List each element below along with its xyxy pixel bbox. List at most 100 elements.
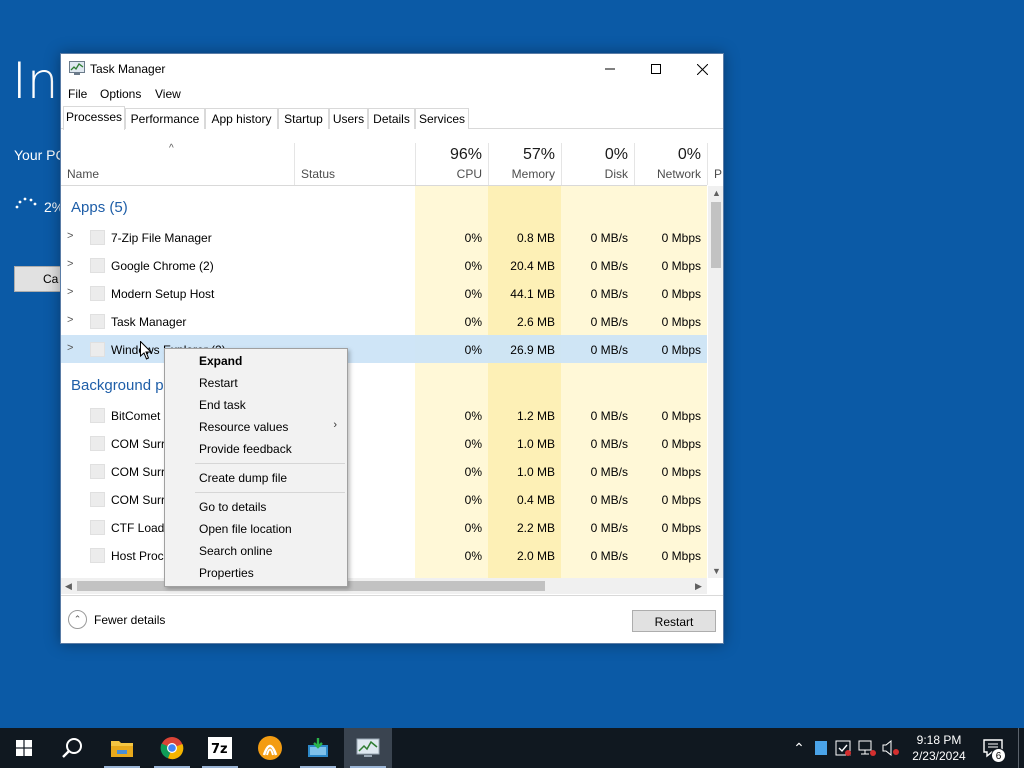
group-background[interactable]: Background p: [71, 377, 164, 394]
menu-open-file-location[interactable]: Open file location: [199, 522, 292, 536]
clock-time: 9:18 PM: [916, 733, 962, 747]
disk-value: 0 MB/s: [590, 549, 628, 563]
column-power[interactable]: P: [707, 143, 723, 185]
disk-value: 0 MB/s: [590, 231, 628, 245]
table-row[interactable]: COM Surr 0% 0.4 MB 0 MB/s 0 Mbps: [61, 485, 707, 513]
taskbar-7zip[interactable]: 7z: [196, 728, 244, 768]
scroll-left-icon[interactable]: ◀: [65, 581, 72, 592]
title-bar[interactable]: Task Manager: [61, 54, 723, 84]
process-name: CTF Loade: [111, 521, 172, 535]
table-row[interactable]: Host Proc 0% 2.0 MB 0 MB/s 0 Mbps: [61, 541, 707, 569]
menu-go-to-details[interactable]: Go to details: [199, 500, 266, 514]
table-row[interactable]: > Modern Setup Host 0% 44.1 MB 0 MB/s 0 …: [61, 279, 707, 307]
search-button[interactable]: [48, 728, 96, 768]
taskbar-file-explorer[interactable]: [98, 728, 146, 768]
process-icon: [90, 464, 105, 479]
menu-file[interactable]: File: [68, 87, 87, 101]
table-row[interactable]: > Task Manager 0% 2.6 MB 0 MB/s 0 Mbps: [61, 307, 707, 335]
scroll-up-icon[interactable]: ▲: [712, 188, 721, 198]
network-icon[interactable]: [858, 740, 876, 756]
menu-expand[interactable]: Expand: [199, 354, 242, 368]
process-name: Modern Setup Host: [111, 287, 215, 301]
tab-services[interactable]: Services: [415, 108, 469, 129]
folder-icon: [111, 741, 133, 757]
scroll-right-icon[interactable]: ▶: [695, 581, 702, 592]
memory-value: 44.1 MB: [510, 287, 555, 301]
cpu-value: 0%: [464, 437, 482, 451]
task-manager-window: Task Manager File Options View Processes…: [60, 53, 724, 644]
table-row[interactable]: COM Surr 0% 1.0 MB 0 MB/s 0 Mbps: [61, 429, 707, 457]
column-memory[interactable]: 57% Memory: [488, 143, 561, 185]
table-row[interactable]: CTF Loade 0% 2.2 MB 0 MB/s 0 Mbps: [61, 513, 707, 541]
network-value: 0 Mbps: [661, 521, 701, 535]
process-icon: [90, 548, 105, 563]
tab-details[interactable]: Details: [368, 108, 415, 129]
column-disk[interactable]: 0% Disk: [561, 143, 634, 185]
restart-button[interactable]: Restart: [632, 610, 716, 632]
tab-users[interactable]: Users: [329, 108, 368, 129]
chevron-right-icon[interactable]: >: [67, 258, 73, 270]
tab-performance[interactable]: Performance: [125, 108, 205, 129]
menu-resource-values[interactable]: Resource values: [199, 420, 288, 434]
chevron-right-icon[interactable]: >: [67, 286, 73, 298]
column-name[interactable]: Name: [67, 167, 99, 181]
vertical-scrollbar[interactable]: ▲ ▼: [708, 186, 723, 578]
minimize-icon: [605, 68, 615, 70]
close-button[interactable]: [679, 54, 723, 84]
tab-startup[interactable]: Startup: [278, 108, 329, 129]
installer-subtitle: Your PC: [14, 147, 66, 163]
chevron-right-icon[interactable]: >: [67, 342, 73, 354]
security-icon[interactable]: [835, 740, 851, 756]
horizontal-scrollbar[interactable]: ◀ ▶: [61, 578, 707, 594]
chevron-right-icon[interactable]: >: [67, 314, 73, 326]
window-title: Task Manager: [90, 62, 166, 76]
maximize-button[interactable]: [633, 54, 679, 84]
chevron-right-icon[interactable]: >: [67, 230, 73, 242]
column-network[interactable]: 0% Network: [634, 143, 707, 185]
table-row[interactable]: > Google Chrome (2) 0% 20.4 MB 0 MB/s 0 …: [61, 251, 707, 279]
process-icon: [90, 258, 105, 273]
scroll-down-icon[interactable]: ▼: [712, 566, 721, 576]
menu-search-online[interactable]: Search online: [199, 544, 272, 558]
taskbar-task-manager[interactable]: [344, 728, 392, 768]
disk-value: 0 MB/s: [590, 493, 628, 507]
chevron-up-icon[interactable]: ⌃: [788, 740, 810, 757]
taskbar-chrome[interactable]: [148, 728, 196, 768]
network-label: Network: [656, 167, 701, 181]
process-name: Host Proc: [111, 549, 164, 563]
menu-properties[interactable]: Properties: [199, 566, 254, 580]
disk-value: 0 MB/s: [590, 287, 628, 301]
process-name: 7-Zip File Manager: [111, 231, 212, 245]
tab-processes[interactable]: Processes: [63, 106, 125, 130]
menu-create-dump-file[interactable]: Create dump file: [199, 471, 287, 485]
taskbar-bitcomet[interactable]: [246, 728, 294, 768]
table-row-selected[interactable]: > Windows Explorer (2) 0% 26.9 MB 0 MB/s…: [61, 335, 707, 363]
cpu-total: 96%: [449, 146, 482, 163]
menu-options[interactable]: Options: [100, 87, 141, 101]
table-row[interactable]: COM Surr 0% 1.0 MB 0 MB/s 0 Mbps: [61, 457, 707, 485]
disk-value: 0 MB/s: [590, 259, 628, 273]
taskbar-setup[interactable]: [294, 728, 342, 768]
group-apps[interactable]: Apps (5): [71, 199, 128, 216]
start-button[interactable]: [0, 728, 48, 768]
menu-provide-feedback[interactable]: Provide feedback: [199, 442, 292, 456]
minimize-button[interactable]: [587, 54, 633, 84]
column-cpu[interactable]: 96% CPU: [415, 143, 488, 185]
tray-app-icon[interactable]: [815, 741, 827, 755]
vertical-scroll-thumb[interactable]: [711, 202, 721, 268]
memory-value: 0.4 MB: [516, 493, 555, 507]
table-row[interactable]: > 7-Zip File Manager 0% 0.8 MB 0 MB/s 0 …: [61, 223, 707, 251]
fewer-details-toggle[interactable]: ⌃ Fewer details: [68, 610, 165, 629]
volume-muted-icon[interactable]: [882, 740, 900, 756]
table-row[interactable]: BitComet 0% 1.2 MB 0 MB/s 0 Mbps: [61, 401, 707, 429]
network-value: 0 Mbps: [661, 231, 701, 245]
column-status[interactable]: Status: [294, 143, 415, 185]
tab-app-history[interactable]: App history: [205, 108, 278, 129]
menu-restart[interactable]: Restart: [199, 376, 238, 390]
clock[interactable]: 9:18 PM 2/23/2024: [906, 732, 972, 764]
memory-value: 2.6 MB: [516, 315, 555, 329]
menu-view[interactable]: View: [155, 87, 181, 101]
disk-total: 0%: [604, 146, 628, 163]
menu-end-task[interactable]: End task: [199, 398, 246, 412]
show-desktop-button[interactable]: [1018, 728, 1019, 768]
